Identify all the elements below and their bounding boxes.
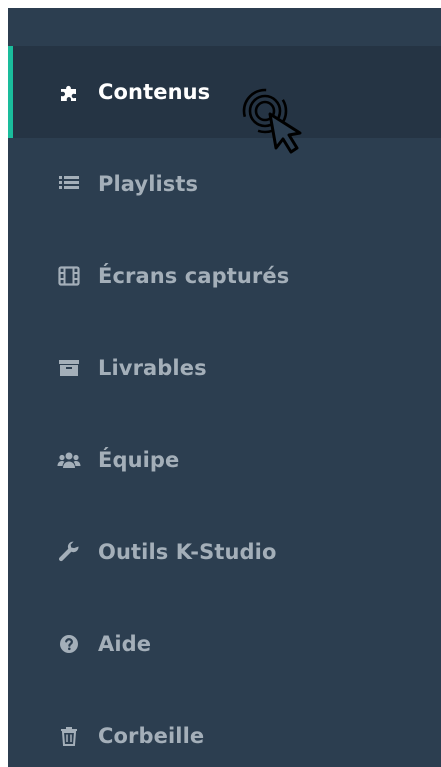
puzzle-icon	[56, 79, 82, 105]
sidebar-item-corbeille[interactable]: Corbeille	[8, 690, 441, 767]
sidebar-header	[8, 8, 441, 46]
sidebar-item-aide[interactable]: Aide	[8, 598, 441, 690]
archive-icon	[56, 355, 82, 381]
wrench-icon	[56, 539, 82, 565]
sidebar-nav: Contenus Playlists Écrans capturés Livra…	[8, 46, 441, 767]
sidebar-item-label: Corbeille	[98, 724, 205, 748]
list-icon	[56, 171, 82, 197]
sidebar-item-ecrans-captures[interactable]: Écrans capturés	[8, 230, 441, 322]
sidebar-item-livrables[interactable]: Livrables	[8, 322, 441, 414]
sidebar-item-label: Contenus	[98, 80, 211, 104]
users-icon	[56, 447, 82, 473]
sidebar-item-playlists[interactable]: Playlists	[8, 138, 441, 230]
sidebar-item-label: Écrans capturés	[98, 264, 290, 288]
sidebar-item-label: Aide	[98, 632, 152, 656]
trash-icon	[56, 723, 82, 749]
question-icon	[56, 631, 82, 657]
sidebar-item-label: Livrables	[98, 356, 207, 380]
sidebar-item-outils-k-studio[interactable]: Outils K-Studio	[8, 506, 441, 598]
sidebar-item-equipe[interactable]: Équipe	[8, 414, 441, 506]
sidebar-item-label: Équipe	[98, 448, 180, 472]
film-icon	[56, 263, 82, 289]
sidebar: Contenus Playlists Écrans capturés Livra…	[8, 8, 441, 767]
sidebar-item-label: Outils K-Studio	[98, 540, 277, 564]
sidebar-item-label: Playlists	[98, 172, 199, 196]
sidebar-item-contenus[interactable]: Contenus	[8, 46, 441, 138]
